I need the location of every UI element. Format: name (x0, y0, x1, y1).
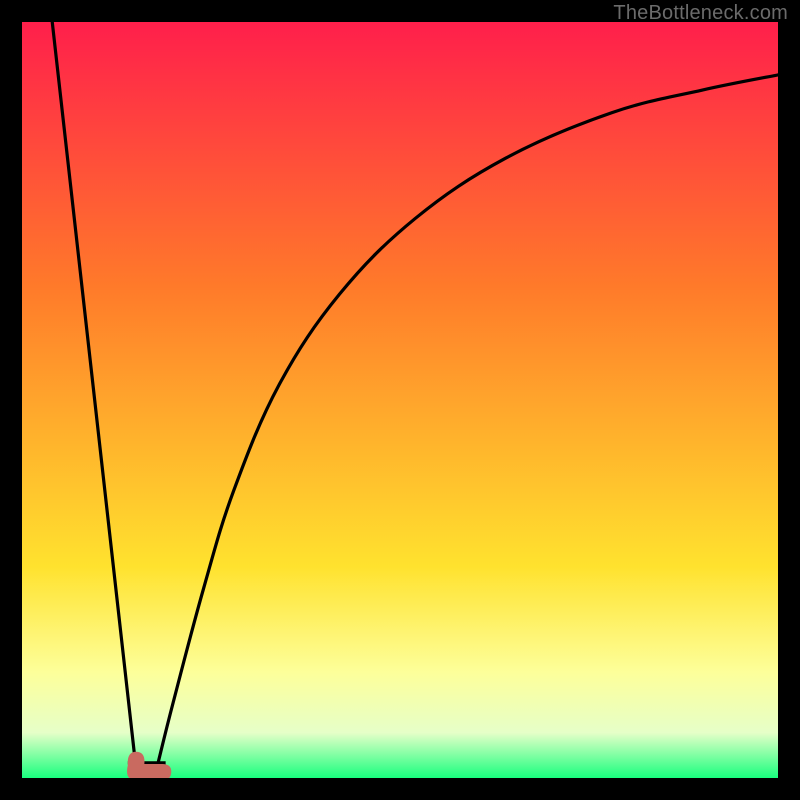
chart-plot (22, 22, 778, 778)
chart-frame: TheBottleneck.com (0, 0, 800, 800)
gradient-bg (22, 22, 778, 778)
